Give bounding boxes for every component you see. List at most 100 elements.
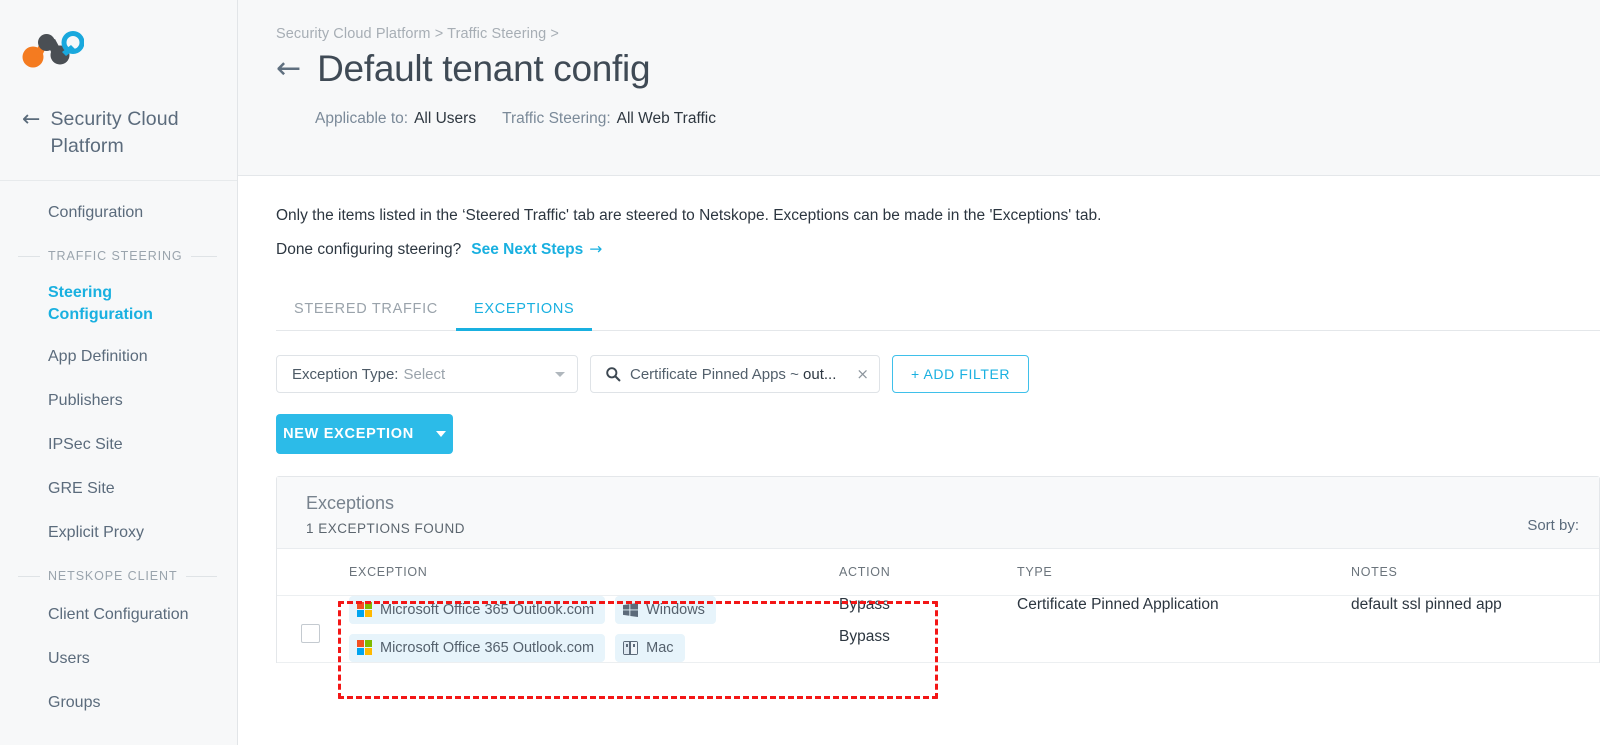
action-value: Bypass [839, 595, 890, 613]
add-filter-button[interactable]: + ADD FILTER [892, 355, 1030, 393]
sidebar-item-app-definition[interactable]: App Definition [0, 335, 237, 379]
search-icon [606, 367, 621, 382]
clear-filter-icon[interactable]: × [856, 365, 869, 383]
arrow-right-icon: → [589, 240, 603, 258]
platform-chip[interactable]: Mac [615, 633, 685, 662]
app-chip-label: Microsoft Office 365 Outlook.com [380, 639, 595, 656]
body-area: Only the items listed in the ‘Steered Tr… [238, 176, 1600, 663]
divider-right [190, 255, 217, 257]
sidebar-brand-label: Security Cloud Platform [50, 108, 179, 157]
meta-value: All Web Traffic [616, 110, 716, 127]
sidebar-item-groups[interactable]: Groups [0, 681, 237, 725]
sidebar-item-publishers[interactable]: Publishers [0, 379, 237, 423]
page-back-arrow-icon[interactable]: ← [276, 54, 301, 84]
chevron-down-icon[interactable] [435, 431, 446, 437]
th-type[interactable]: TYPE [1017, 549, 1351, 596]
sidebar-item-explicit-proxy[interactable]: Explicit Proxy [0, 511, 237, 555]
divider-right [185, 575, 217, 577]
exceptions-count: 1 EXCEPTIONS FOUND [306, 521, 466, 536]
divider-left [18, 255, 40, 257]
row-type-cell: Certificate Pinned Application [1017, 595, 1351, 663]
chevron-down-icon [555, 371, 565, 377]
platform-chip[interactable]: Windows [615, 595, 716, 624]
table-row[interactable]: Microsoft Office 365 Outlook.com Windows… [277, 595, 1599, 663]
filter-row: Exception Type: Select Certificate Pinned… [276, 355, 1600, 393]
tab-steered-traffic[interactable]: STEERED TRAFFIC [276, 289, 456, 331]
next-steps-prompt: Done configuring steering? [276, 240, 462, 258]
exception-type-text: Exception Type: Select [292, 366, 445, 383]
app-chip[interactable]: Microsoft Office 365 Outlook.com [349, 595, 606, 624]
see-next-steps-link[interactable]: See Next Steps → [471, 240, 602, 259]
windows-icon [623, 602, 639, 617]
search-query: Certificate Pinned Apps ~ out... [630, 366, 847, 383]
app-chip[interactable]: Microsoft Office 365 Outlook.com [349, 633, 606, 662]
th-action[interactable]: ACTION [839, 549, 1017, 596]
th-exception[interactable]: EXCEPTION [349, 549, 839, 596]
exceptions-card-header: Exceptions 1 EXCEPTIONS FOUND Sort by: [277, 477, 1599, 549]
exceptions-card: Exceptions 1 EXCEPTIONS FOUND Sort by: E… [276, 476, 1600, 663]
breadcrumb[interactable]: Security Cloud Platform > Traffic Steeri… [276, 26, 1600, 42]
meta-applicable-to: Applicable to: All Users [315, 110, 476, 128]
netskope-logo-icon [22, 31, 85, 68]
divider-left [18, 575, 40, 577]
meta-label: Applicable to: [315, 110, 409, 127]
table-head: EXCEPTION ACTION TYPE NOTES [277, 549, 1599, 596]
row-notes-cell: default ssl pinned app [1351, 595, 1599, 663]
info-text: Only the items listed in the ‘Steered Tr… [276, 207, 1102, 224]
exception-type-value: Select [403, 365, 446, 383]
app-root: ← Security Cloud Platform Configuration … [0, 0, 1600, 745]
table-header-row: EXCEPTION ACTION TYPE NOTES [277, 549, 1599, 596]
microsoft-icon [357, 602, 372, 617]
back-arrow-icon[interactable]: ← [22, 107, 40, 133]
platform-chip-label: Windows [646, 601, 705, 618]
search-filter-chip[interactable]: Certificate Pinned Apps ~ out... × [590, 355, 880, 393]
sidebar-item-steering-configuration[interactable]: Steering Configuration [0, 273, 237, 335]
row-select-cell [277, 595, 349, 663]
sidebar-item-ipsec-site[interactable]: IPSec Site [0, 423, 237, 467]
th-select [277, 549, 349, 596]
th-notes[interactable]: NOTES [1351, 549, 1599, 596]
sidebar-brand-back[interactable]: ← Security Cloud Platform [0, 88, 237, 181]
mac-finder-icon [623, 640, 639, 655]
sidebar-item-gre-site[interactable]: GRE Site [0, 467, 237, 511]
sidebar-group-netskope-client: NETSKOPE CLIENT [0, 555, 237, 593]
main-content: Security Cloud Platform > Traffic Steeri… [238, 0, 1600, 745]
exceptions-title: Exceptions [306, 493, 395, 513]
meta-label: Traffic Steering: [502, 110, 611, 127]
meta-traffic-steering: Traffic Steering: All Web Traffic [502, 110, 716, 128]
sidebar-group-traffic-steering: TRAFFIC STEERING [0, 235, 237, 273]
page-title: Default tenant config [317, 48, 651, 89]
microsoft-icon [357, 640, 372, 655]
row-exception-cell: Microsoft Office 365 Outlook.com Windows… [349, 595, 839, 663]
row-action-cell: Bypass Bypass [839, 595, 1017, 663]
platform-chip-label: Mac [646, 639, 674, 656]
new-exception-button[interactable]: NEW EXCEPTION [276, 414, 453, 454]
exceptions-table: EXCEPTION ACTION TYPE NOTES Microsoft Of… [277, 549, 1599, 663]
page-meta: Applicable to: All Users Traffic Steering… [315, 110, 1600, 128]
sort-by-label[interactable]: Sort by: [1527, 517, 1579, 534]
sidebar-group-label: NETSKOPE CLIENT [48, 569, 178, 583]
sidebar-item-configuration[interactable]: Configuration [0, 191, 237, 235]
see-next-steps-label: See Next Steps [471, 241, 584, 258]
new-exception-label: NEW EXCEPTION [283, 426, 414, 442]
tab-exceptions[interactable]: EXCEPTIONS [455, 289, 593, 331]
exception-type-label: Exception Type: [292, 365, 399, 383]
row-checkbox[interactable] [301, 623, 320, 643]
search-query-prefix: Certificate Pinned Apps ~ [630, 365, 804, 383]
exception-type-select[interactable]: Exception Type: Select [276, 355, 578, 393]
exception-entry: Microsoft Office 365 Outlook.com Windows [349, 595, 839, 624]
sidebar-item-client-configuration[interactable]: Client Configuration [0, 593, 237, 637]
next-steps-row: Done configuring steering? See Next Step… [276, 240, 1600, 259]
meta-value: All Users [414, 110, 477, 127]
sidebar-item-users[interactable]: Users [0, 637, 237, 681]
sidebar: ← Security Cloud Platform Configuration … [0, 0, 238, 745]
action-value: Bypass [839, 627, 890, 645]
page-title-row: ← Default tenant config [276, 46, 1600, 92]
exception-chip-list: Microsoft Office 365 Outlook.com Windows… [349, 595, 839, 662]
exception-entry: Microsoft Office 365 Outlook.com Mac [349, 633, 839, 662]
page-header: Security Cloud Platform > Traffic Steeri… [238, 0, 1600, 176]
netskope-logo[interactable] [0, 0, 237, 88]
tab-bar: STEERED TRAFFIC EXCEPTIONS [276, 289, 1600, 331]
sidebar-nav: Configuration TRAFFIC STEERING Steering … [0, 181, 237, 725]
sidebar-group-label: TRAFFIC STEERING [48, 249, 183, 263]
